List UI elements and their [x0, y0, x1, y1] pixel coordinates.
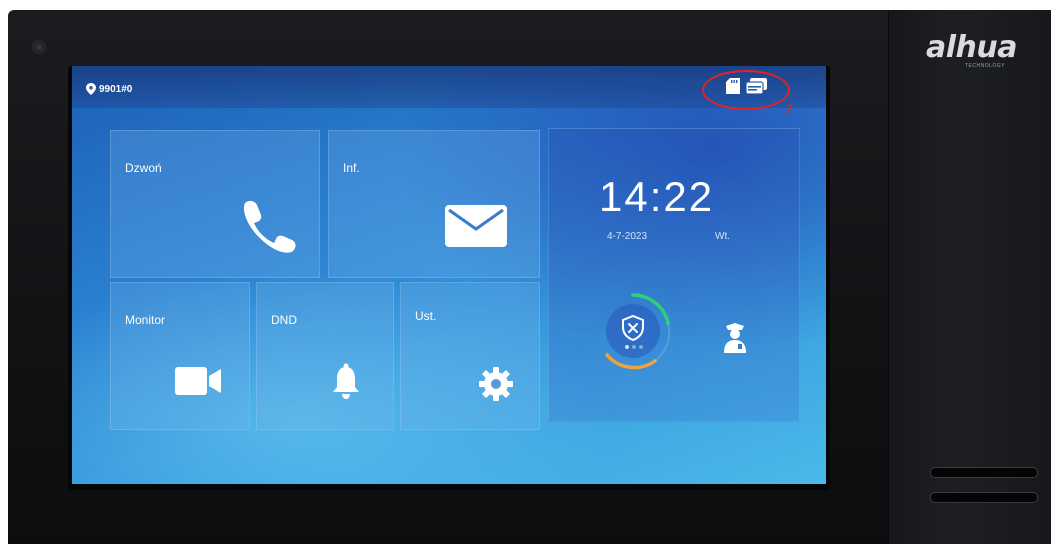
settings-tile[interactable]: Ust.	[400, 282, 540, 430]
call-tile-label: Dzwoń	[125, 161, 162, 175]
dnd-tile[interactable]: DND	[256, 282, 394, 430]
envelope-icon	[445, 205, 507, 247]
brand-tagline: TECHNOLOGY	[965, 63, 1006, 69]
annotation-number: 7	[786, 102, 793, 116]
clock-panel: 14:22 4-7-2023 Wt.	[548, 128, 800, 422]
speaker-grille	[930, 492, 1038, 503]
page-dot	[625, 345, 629, 349]
phone-icon	[243, 200, 296, 253]
video-camera-icon	[175, 367, 221, 395]
info-tile[interactable]: Inf.	[328, 130, 540, 278]
dnd-tile-label: DND	[271, 313, 297, 327]
info-tile-label: Inf.	[343, 161, 360, 175]
camera-lens	[32, 40, 46, 54]
device-side-panel	[888, 10, 1051, 544]
touch-screen: 9901#0 7 Dzwoń Inf. Monitor DND Ust. 14:…	[72, 66, 826, 484]
location-label: 9901#0	[99, 83, 133, 95]
clock-day: Wt.	[715, 231, 730, 242]
page-dot	[632, 345, 636, 349]
call-tile[interactable]: Dzwoń	[110, 130, 320, 278]
brand-logo: alhua	[926, 30, 1018, 65]
speaker-grille	[930, 467, 1038, 478]
monitor-tile-label: Monitor	[125, 313, 166, 327]
settings-tile-label: Ust.	[415, 309, 437, 323]
arm-disarm-button[interactable]	[593, 291, 673, 371]
gear-icon	[479, 367, 513, 401]
location-pin-icon	[86, 83, 96, 95]
annotation-circle	[702, 70, 790, 110]
shield-x-icon	[622, 315, 644, 341]
bell-icon	[333, 363, 359, 399]
monitor-tile[interactable]: Monitor	[110, 282, 250, 430]
security-guard-icon[interactable]	[723, 323, 747, 353]
location-indicator: 9901#0	[86, 83, 132, 95]
clock-time: 14:22	[599, 173, 715, 220]
clock-date: 4-7-2023	[607, 231, 648, 242]
page-dot	[639, 345, 643, 349]
